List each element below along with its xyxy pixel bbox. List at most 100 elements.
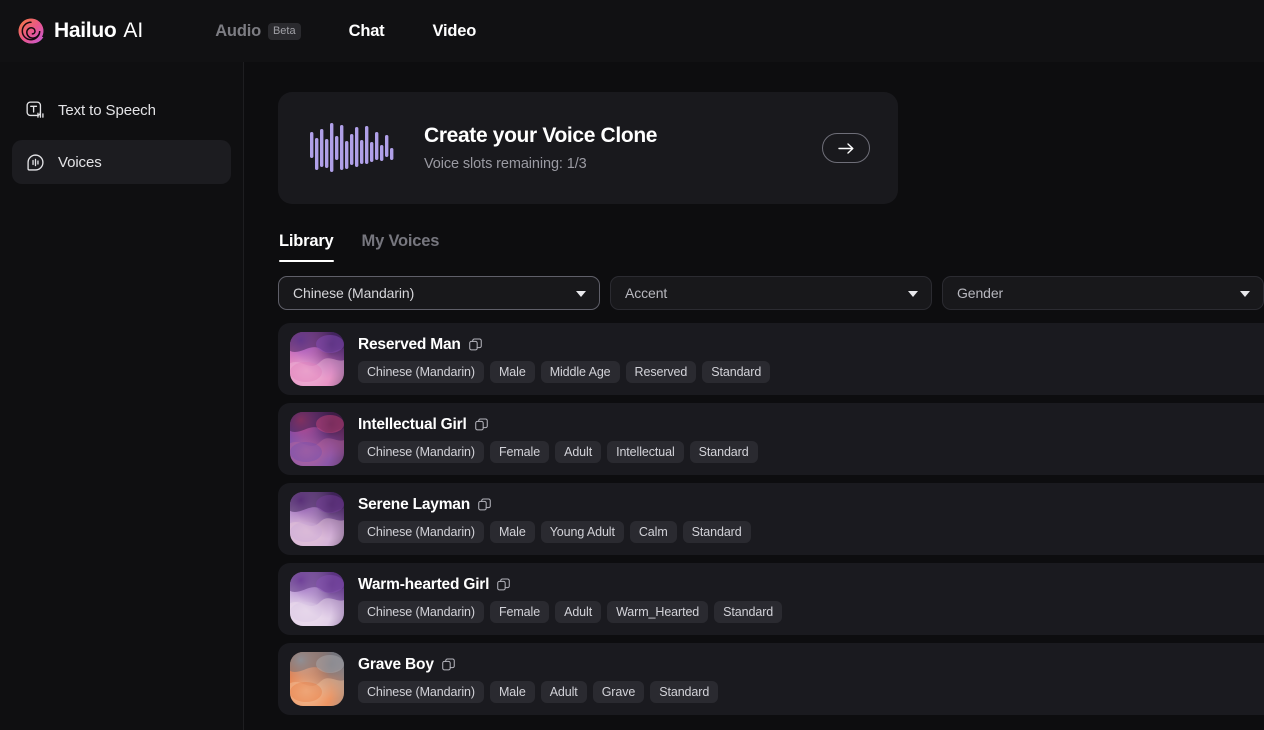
copy-icon[interactable]: [497, 578, 511, 591]
copy-icon[interactable]: [474, 418, 488, 431]
voice-tag: Chinese (Mandarin): [358, 440, 484, 463]
voice-tag: Adult: [540, 680, 587, 703]
voice-clone-banner[interactable]: Create your Voice Clone Voice slots rema…: [278, 92, 898, 204]
voice-tag: Grave: [592, 680, 645, 703]
voice-name-row: Reserved Man: [358, 336, 770, 354]
voice-name-row: Grave Boy: [358, 656, 718, 674]
voice-name: Reserved Man: [358, 335, 461, 353]
accent-filter-value: Accent: [625, 285, 668, 301]
voice-tag: Calm: [629, 520, 677, 543]
copy-icon[interactable]: [441, 658, 455, 671]
voice-tag: Chinese (Mandarin): [358, 680, 484, 703]
voice-list: Reserved Man Chinese (Mandarin) Male Middle…: [278, 323, 1264, 715]
text-to-speech-icon: [26, 100, 44, 118]
voices-icon: [27, 153, 44, 171]
voice-tag: Middle Age: [540, 360, 620, 383]
top-navigation-bar: Hailuo AI Audio Beta Chat Video: [0, 0, 1264, 62]
nav-link-chat[interactable]: Chat: [325, 22, 409, 41]
language-filter-value: Chinese (Mandarin): [293, 285, 415, 301]
arrow-right-icon: [837, 142, 853, 154]
tab-library[interactable]: Library: [279, 232, 334, 262]
voice-tag: Chinese (Mandarin): [358, 360, 484, 383]
chevron-down-icon: [576, 291, 586, 297]
voice-info: Reserved Man Chinese (Mandarin) Male Middle…: [358, 336, 771, 383]
voice-row[interactable]: Intellectual Girl Chinese (Mandarin) Femal…: [278, 403, 1264, 475]
voice-tags: Chinese (Mandarin) Female Adult Warm_Hearte…: [358, 600, 783, 623]
body-wrapper: Text to Speech Voices Create your Voice …: [0, 62, 1264, 730]
voice-tag: Intellectual: [607, 440, 684, 463]
voice-name-row: Serene Layman: [358, 496, 751, 514]
voice-row[interactable]: Grave Boy Chinese (Mandarin) Male Adult Grav…: [278, 643, 1264, 715]
voice-row[interactable]: Warm-hearted Girl Chinese (Mandarin) Femal…: [278, 563, 1264, 635]
language-filter-dropdown[interactable]: Chinese (Mandarin): [278, 276, 600, 310]
voice-name: Intellectual Girl: [358, 415, 467, 433]
avatar: [290, 492, 344, 546]
voice-tags: Chinese (Mandarin) Male Middle Age Reserved…: [358, 360, 771, 383]
voice-tag: Standard: [689, 440, 758, 463]
voice-tag: Adult: [555, 440, 602, 463]
voice-tag: Female: [489, 600, 550, 623]
brand-name: Hailuo: [54, 19, 117, 42]
create-voice-clone-button[interactable]: [822, 133, 870, 163]
voice-tag: Male: [489, 520, 535, 543]
banner-text-group: Create your Voice Clone Voice slots rema…: [424, 124, 822, 172]
voice-tags: Chinese (Mandarin) Male Young Adult Calm Sta…: [358, 520, 751, 543]
voice-tag: Male: [489, 360, 535, 383]
sidebar-item-text-to-speech[interactable]: Text to Speech: [12, 88, 231, 132]
voice-tags: Chinese (Mandarin) Female Adult Intellectua…: [358, 440, 758, 463]
voice-info: Serene Layman Chinese (Mandarin) Male Young…: [358, 496, 751, 543]
main-content: Create your Voice Clone Voice slots rema…: [244, 62, 1264, 730]
sidebar: Text to Speech Voices: [0, 62, 244, 730]
nav-link-audio[interactable]: Audio Beta: [191, 22, 324, 41]
voice-tag: Standard: [682, 520, 751, 543]
voice-name-row: Warm-hearted Girl: [358, 576, 782, 594]
hailuo-logo-icon: [18, 18, 44, 44]
voice-name: Grave Boy: [358, 655, 434, 673]
voice-tag: Chinese (Mandarin): [358, 600, 484, 623]
sidebar-item-voices-label: Voices: [58, 153, 102, 171]
voice-tag: Reserved: [625, 360, 697, 383]
voice-tabs: Library My Voices: [278, 232, 1264, 262]
voice-tags: Chinese (Mandarin) Male Adult Grave Standard: [358, 680, 719, 703]
filter-bar: Chinese (Mandarin) Accent Gender: [278, 276, 1264, 310]
nav-link-audio-label: Audio: [215, 21, 261, 40]
sidebar-item-text-to-speech-label: Text to Speech: [58, 101, 156, 119]
nav-links: Audio Beta Chat Video: [191, 22, 500, 41]
banner-title: Create your Voice Clone: [424, 124, 658, 147]
copy-icon[interactable]: [478, 498, 491, 511]
voice-info: Grave Boy Chinese (Mandarin) Male Adult Grav…: [358, 656, 719, 703]
brand-suffix: AI: [123, 19, 144, 42]
sidebar-item-voices[interactable]: Voices: [12, 140, 231, 184]
voice-tag: Standard: [650, 680, 719, 703]
voice-tag: Male: [489, 680, 535, 703]
voice-row[interactable]: Serene Layman Chinese (Mandarin) Male Young…: [278, 483, 1264, 555]
voice-tag: Female: [489, 440, 550, 463]
avatar: [290, 652, 344, 706]
voice-info: Warm-hearted Girl Chinese (Mandarin) Femal…: [358, 576, 783, 623]
waveform-icon: [310, 123, 394, 172]
voice-name-row: Intellectual Girl: [358, 416, 758, 434]
voice-tag: Adult: [555, 600, 602, 623]
voice-tag: Young Adult: [540, 520, 624, 543]
banner-subtitle: Voice slots remaining: 1/3: [424, 156, 587, 172]
voice-tag: Standard: [714, 600, 783, 623]
accent-filter-dropdown[interactable]: Accent: [610, 276, 932, 310]
gender-filter-value: Gender: [957, 285, 1004, 301]
chevron-down-icon: [1240, 291, 1250, 297]
voice-name: Warm-hearted Girl: [358, 575, 490, 593]
voice-info: Intellectual Girl Chinese (Mandarin) Femal…: [358, 416, 758, 463]
beta-badge: Beta: [267, 22, 301, 40]
avatar: [290, 332, 344, 386]
copy-icon[interactable]: [468, 338, 482, 351]
voice-row[interactable]: Reserved Man Chinese (Mandarin) Male Middle…: [278, 323, 1264, 395]
brand-logo-group[interactable]: Hailuo AI: [18, 18, 143, 44]
voice-tag: Chinese (Mandarin): [358, 520, 484, 543]
avatar: [290, 572, 344, 626]
voice-tag: Warm_Hearted: [607, 600, 709, 623]
tab-my-voices[interactable]: My Voices: [362, 232, 440, 262]
voice-name: Serene Layman: [358, 495, 470, 513]
gender-filter-dropdown[interactable]: Gender: [942, 276, 1264, 310]
chevron-down-icon: [908, 291, 918, 297]
nav-link-video[interactable]: Video: [408, 22, 500, 41]
avatar: [290, 412, 344, 466]
